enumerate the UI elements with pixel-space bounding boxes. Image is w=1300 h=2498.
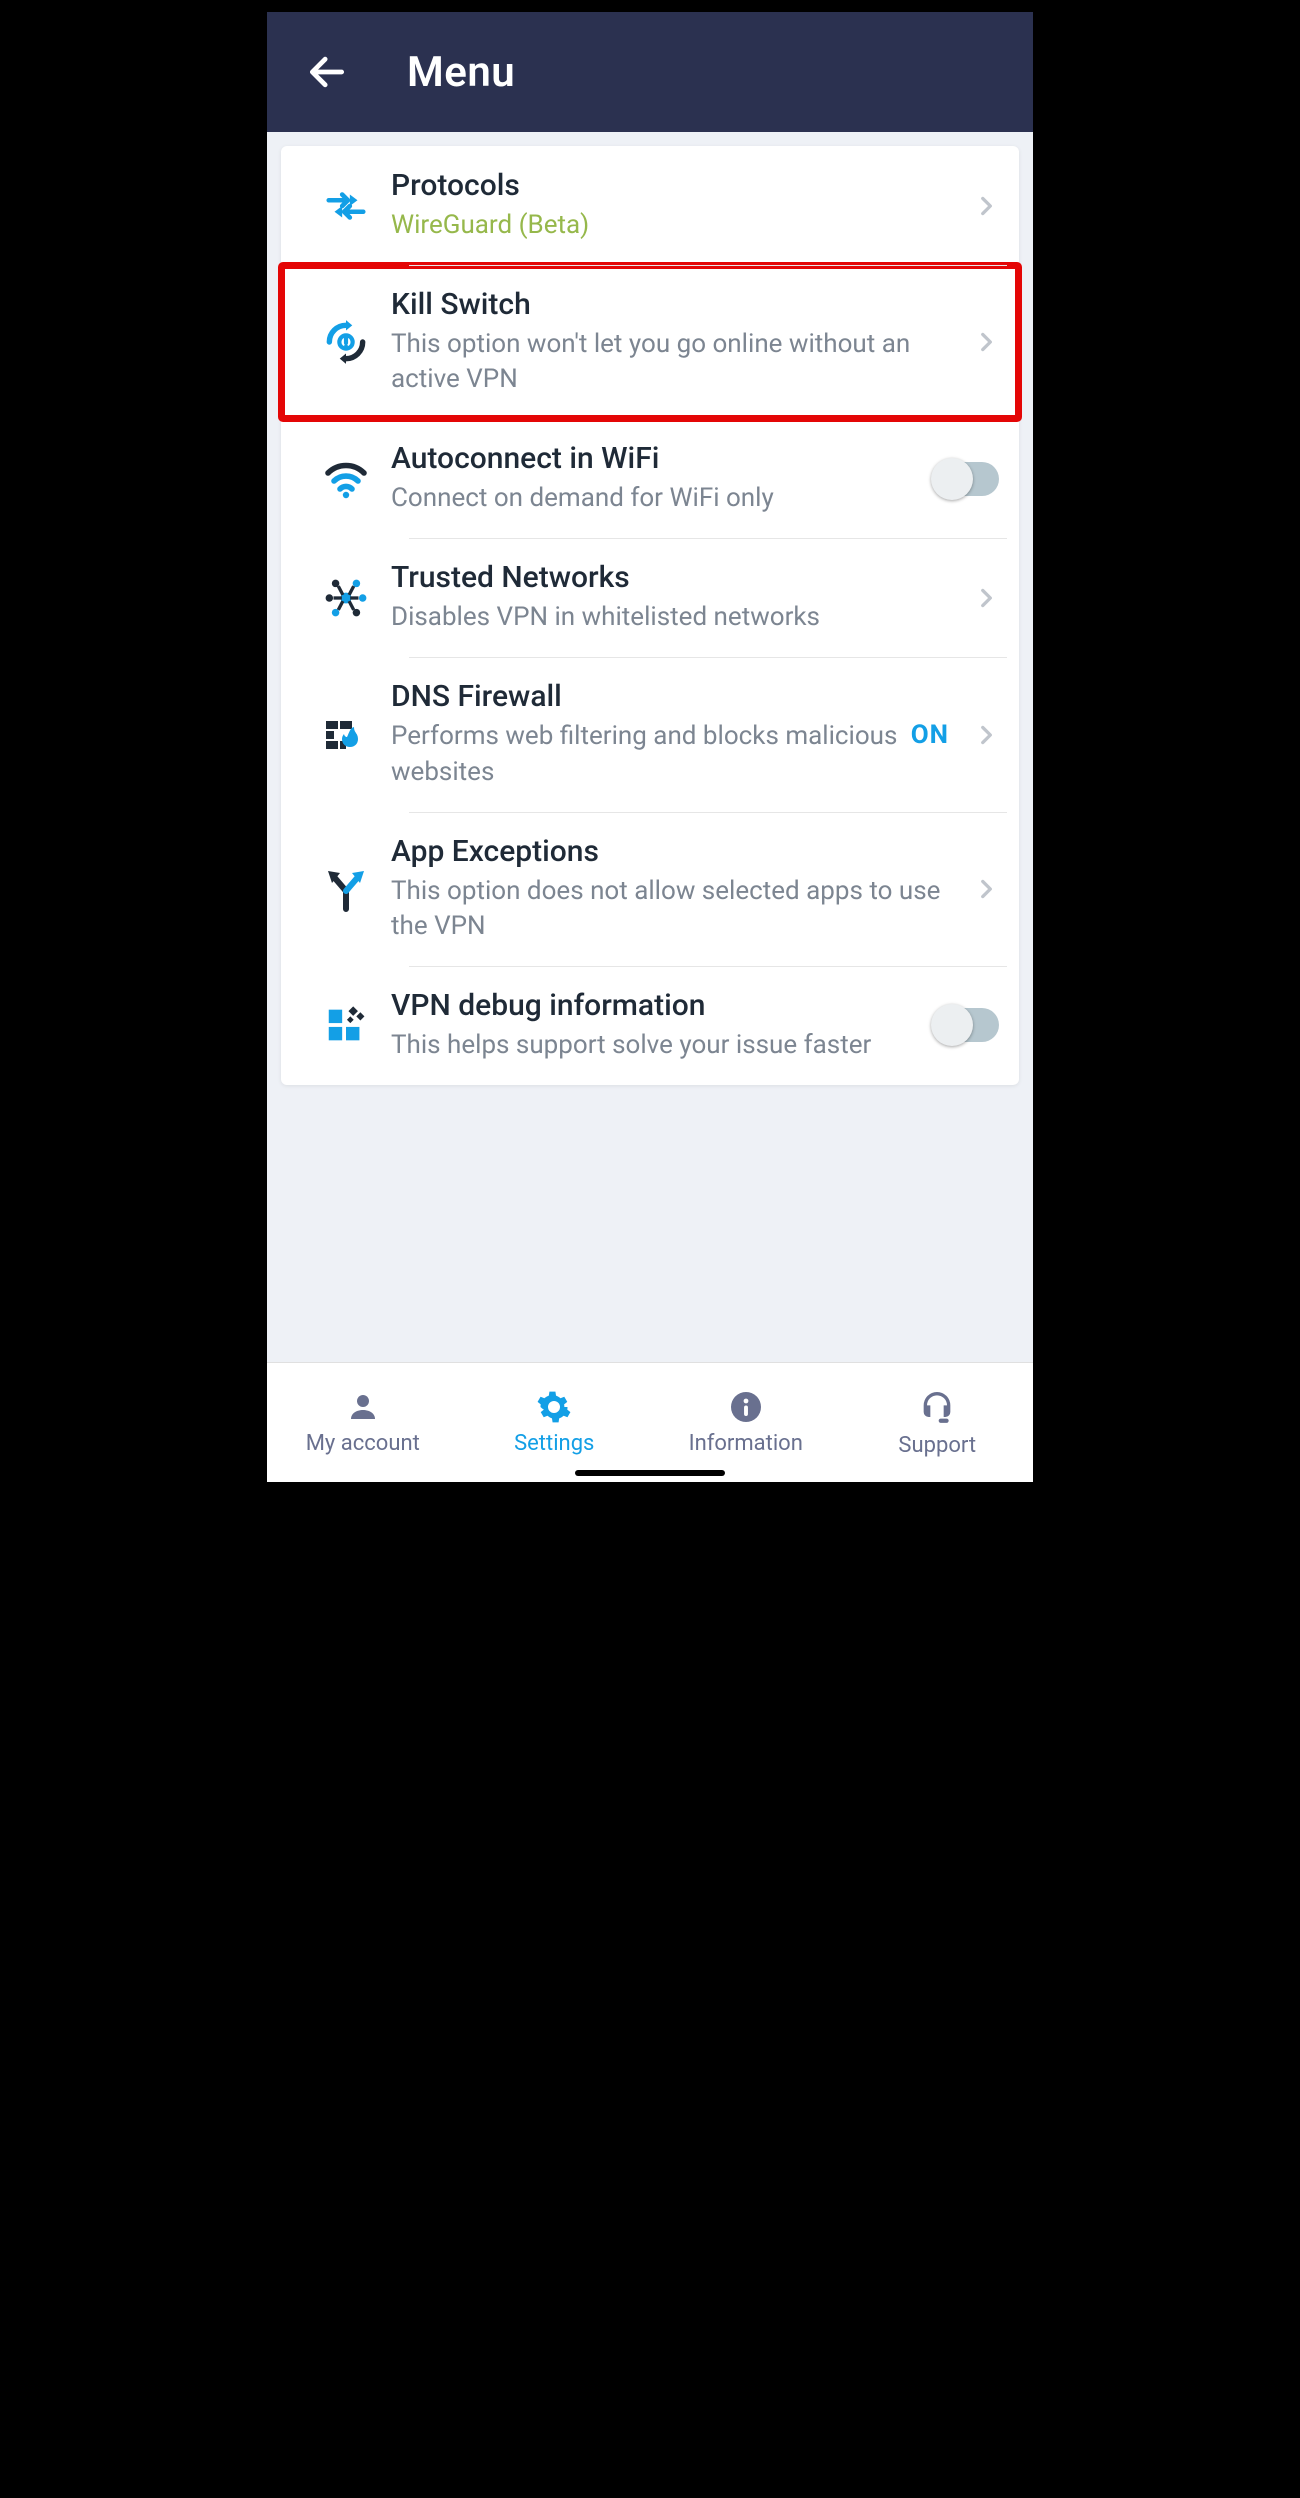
row-title: App Exceptions (391, 834, 963, 870)
headset-icon (917, 1387, 957, 1427)
row-subtitle: Performs web filtering and blocks malici… (391, 719, 901, 789)
tab-support[interactable]: Support (842, 1363, 1034, 1482)
debug-tiles-icon (301, 1002, 391, 1048)
header-bar: Menu (267, 12, 1033, 132)
autoconnect-toggle[interactable] (933, 462, 999, 496)
row-autoconnect-wifi[interactable]: Autoconnect in WiFi Connect on demand fo… (281, 419, 1019, 538)
app-screen: Menu Protocols WireGuard (Beta) (255, 0, 1045, 1494)
bottom-nav: My account Settings Information Support (267, 1362, 1033, 1482)
tab-label: Settings (514, 1431, 594, 1456)
chevron-right-icon (973, 722, 999, 748)
row-subtitle: This option won't let you go online with… (391, 327, 963, 397)
row-title: Kill Switch (391, 287, 963, 323)
row-subtitle: WireGuard (Beta) (391, 208, 963, 243)
chevron-right-icon (973, 193, 999, 219)
chevron-right-icon (973, 585, 999, 611)
dns-firewall-status: ON (911, 720, 949, 750)
swap-arrows-icon (301, 183, 391, 229)
row-title: Autoconnect in WiFi (391, 441, 923, 477)
row-trusted-networks[interactable]: Trusted Networks Disables VPN in whiteli… (281, 538, 1019, 657)
chevron-right-icon (973, 876, 999, 902)
network-nodes-icon (301, 573, 391, 623)
header-title: Menu (407, 48, 515, 97)
row-title: VPN debug information (391, 988, 923, 1024)
tab-label: Support (898, 1433, 976, 1458)
row-vpn-debug[interactable]: VPN debug information This helps support… (281, 966, 1019, 1085)
split-arrows-icon (301, 865, 391, 913)
tab-label: My account (306, 1431, 420, 1456)
row-dns-firewall[interactable]: DNS Firewall Performs web filtering and … (281, 657, 1019, 811)
person-icon (345, 1389, 381, 1425)
row-title: Trusted Networks (391, 560, 963, 596)
row-subtitle: This helps support solve your issue fast… (391, 1028, 923, 1063)
kill-switch-icon (301, 317, 391, 367)
row-subtitle: Disables VPN in whitelisted networks (391, 600, 963, 635)
tab-information[interactable]: Information (650, 1363, 842, 1482)
arrow-left-icon (305, 50, 349, 94)
row-protocols[interactable]: Protocols WireGuard (Beta) (281, 146, 1019, 265)
debug-toggle[interactable] (933, 1008, 999, 1042)
chevron-right-icon (973, 329, 999, 355)
home-indicator (575, 1470, 725, 1476)
info-icon (728, 1389, 764, 1425)
content-area: Protocols WireGuard (Beta) (267, 132, 1033, 1362)
wifi-icon (301, 455, 391, 503)
tab-settings[interactable]: Settings (459, 1363, 651, 1482)
gear-icon (536, 1389, 572, 1425)
back-button[interactable] (295, 40, 359, 104)
settings-list: Protocols WireGuard (Beta) (281, 146, 1019, 1085)
row-title: Protocols (391, 168, 963, 204)
row-app-exceptions[interactable]: App Exceptions This option does not allo… (281, 812, 1019, 966)
row-subtitle: This option does not allow selected apps… (391, 874, 963, 944)
row-kill-switch[interactable]: Kill Switch This option won't let you go… (281, 265, 1019, 419)
tab-my-account[interactable]: My account (267, 1363, 459, 1482)
row-title: DNS Firewall (391, 679, 901, 715)
tab-label: Information (689, 1431, 803, 1456)
row-subtitle: Connect on demand for WiFi only (391, 481, 923, 516)
firewall-icon (301, 711, 391, 759)
